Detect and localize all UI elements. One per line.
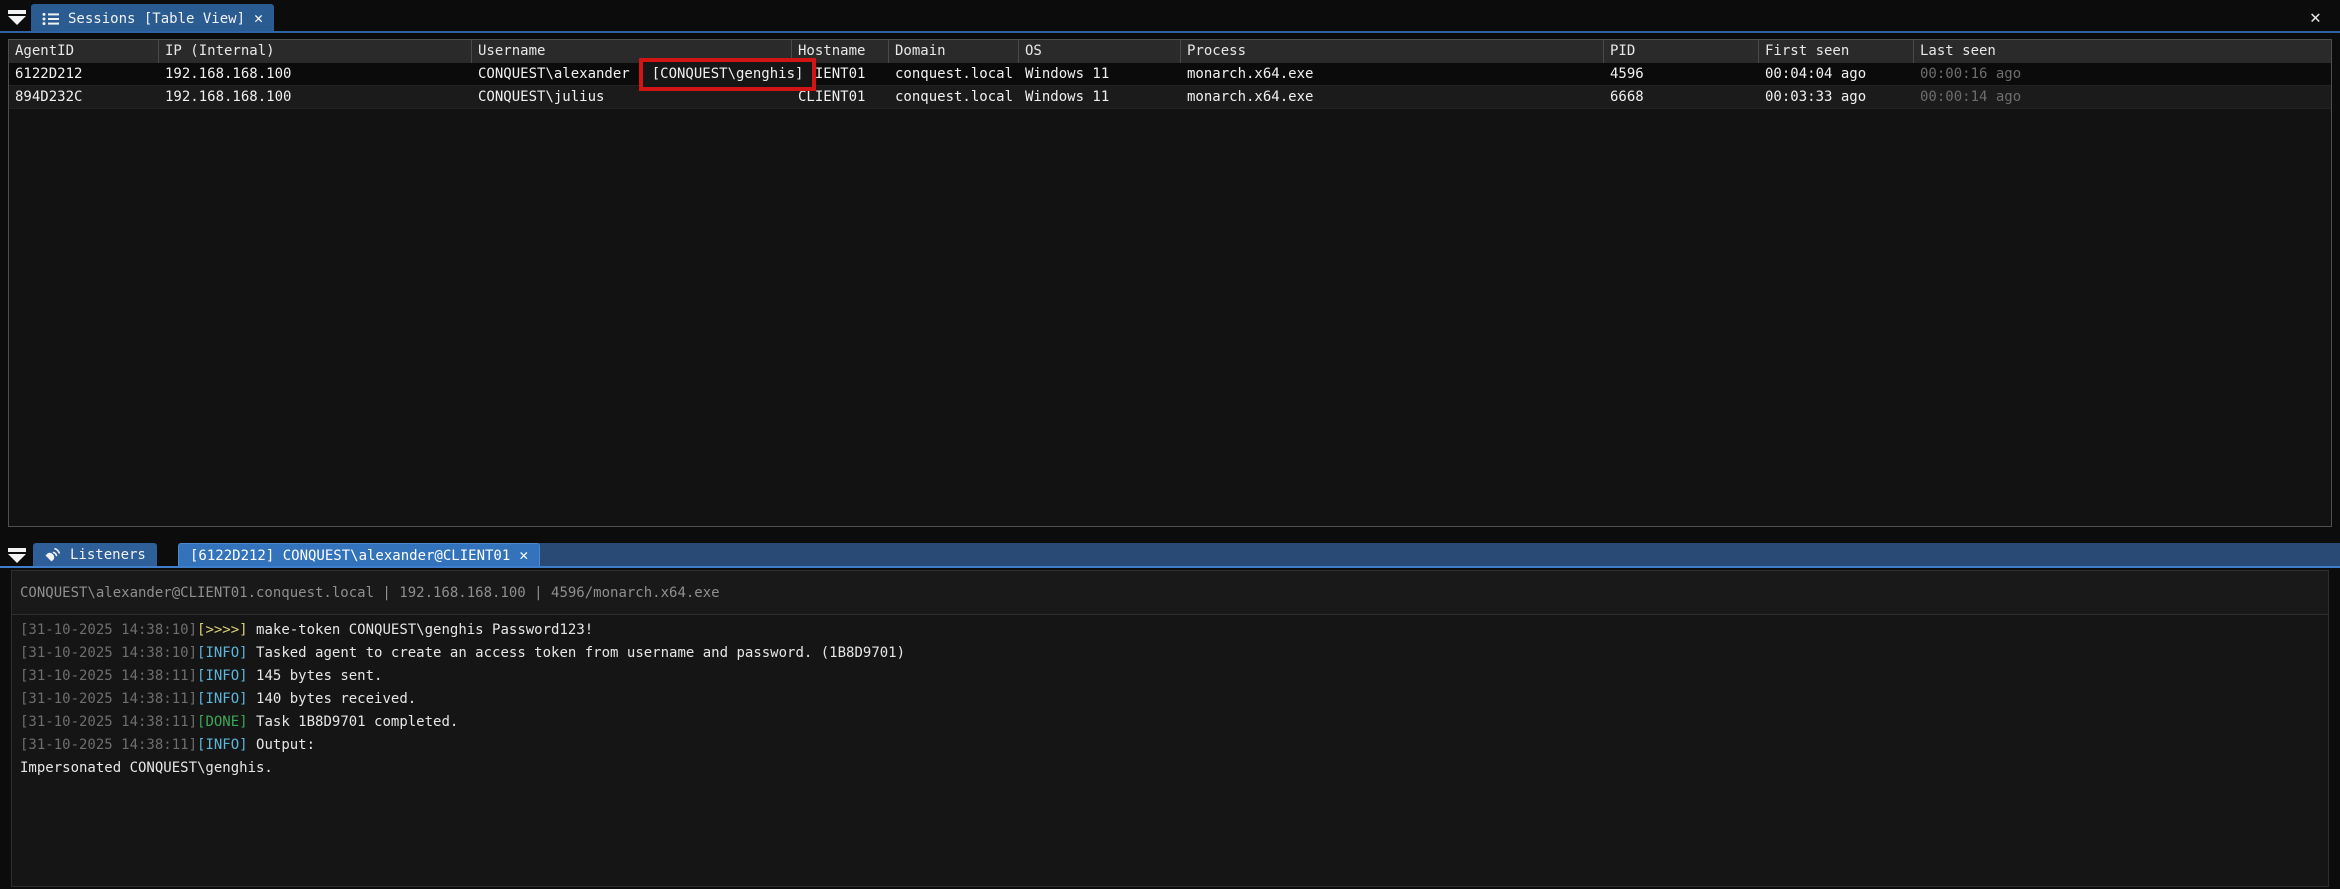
satellite-icon <box>44 547 61 563</box>
cell-agentid: 6122D212 <box>9 63 159 85</box>
cell-pid: 4596 <box>1604 63 1759 85</box>
log-text: Impersonated CONQUEST\genghis. <box>20 760 273 776</box>
console-output[interactable]: [31-10-2025 14:38:10][>>>>] make-token C… <box>12 614 2328 886</box>
session-row[interactable]: 6122D212 192.168.168.100 CONQUEST\alexan… <box>9 63 2331 86</box>
log-text: Output: <box>256 737 315 753</box>
menu-dropdown-icon[interactable] <box>4 5 30 29</box>
cell-domain: conquest.local <box>889 63 1019 85</box>
menu-bar-glyph <box>8 10 26 14</box>
username-text: CONQUEST\alexander <box>478 66 630 82</box>
cell-lastseen: 00:00:16 ago <box>1914 63 2331 85</box>
cell-pid: 6668 <box>1604 86 1759 108</box>
log-tag: [INFO] <box>197 737 248 753</box>
cell-lastseen: 00:00:14 ago <box>1914 86 2331 108</box>
log-tag: [INFO] <box>197 645 248 661</box>
table-view-icon <box>42 12 59 26</box>
column-header-agentid[interactable]: AgentID <box>9 40 159 63</box>
column-header-process[interactable]: Process <box>1181 40 1604 63</box>
log-tag: [>>>>] <box>197 622 248 638</box>
session-row[interactable]: 894D232C 192.168.168.100 CONQUEST\julius… <box>9 86 2331 109</box>
tab-label: Listeners <box>70 547 146 563</box>
console-line: [31-10-2025 14:38:11][INFO] 140 bytes re… <box>12 688 2328 711</box>
log-tag: [DONE] <box>197 714 248 730</box>
log-text: Task 1B8D9701 completed. <box>256 714 458 730</box>
console-line: [31-10-2025 14:38:11][DONE] Task 1B8D970… <box>12 711 2328 734</box>
log-timestamp: [31-10-2025 14:38:10] <box>20 622 197 638</box>
tab-close-icon[interactable]: ✕ <box>254 11 263 26</box>
log-text: make-token CONQUEST\genghis Password123! <box>256 622 593 638</box>
tab-label: [6122D212] CONQUEST\alexander@CLIENT01 <box>190 548 510 564</box>
cell-os: Windows 11 <box>1019 86 1181 108</box>
tab-listeners[interactable]: Listeners <box>33 543 157 567</box>
menu-bar-glyph <box>8 548 26 552</box>
log-timestamp: [31-10-2025 14:38:11] <box>20 668 197 684</box>
cell-firstseen: 00:04:04 ago <box>1759 63 1914 85</box>
log-text: 140 bytes received. <box>256 691 416 707</box>
log-timestamp: [31-10-2025 14:38:10] <box>20 645 197 661</box>
console-session-header: CONQUEST\alexander@CLIENT01.conquest.loc… <box>12 571 2328 614</box>
log-text: 145 bytes sent. <box>256 668 382 684</box>
tab-sessions-table-view[interactable]: Sessions [Table View] ✕ <box>31 4 274 33</box>
impersonated-user-text: [CONQUEST\genghis] <box>652 66 804 82</box>
panel-close-icon[interactable]: ✕ <box>2310 7 2321 28</box>
cell-ip: 192.168.168.100 <box>159 63 472 85</box>
bottom-tabbar-underline <box>0 566 2340 568</box>
column-header-firstseen[interactable]: First seen <box>1759 40 1914 63</box>
tab-close-icon[interactable]: ✕ <box>519 548 528 563</box>
cell-username: CONQUEST\alexander[CONQUEST\genghis] <box>472 63 792 85</box>
tabbar-filler-strip <box>508 543 2340 567</box>
cell-os: Windows 11 <box>1019 63 1181 85</box>
sessions-table: AgentID IP (Internal) Username Hostname … <box>8 39 2332 527</box>
cell-firstseen: 00:03:33 ago <box>1759 86 1914 108</box>
log-text <box>248 737 256 753</box>
console-line: [31-10-2025 14:38:10][>>>>] make-token C… <box>12 619 2328 642</box>
impersonation-highlight-box: [CONQUEST\genghis] <box>639 58 817 91</box>
log-tag: [INFO] <box>197 691 248 707</box>
console-line: [31-10-2025 14:38:11][INFO] Output: <box>12 734 2328 757</box>
cell-process: monarch.x64.exe <box>1181 86 1604 108</box>
console-line: Impersonated CONQUEST\genghis. <box>12 757 2328 780</box>
cell-domain: conquest.local <box>889 86 1019 108</box>
menu-dropdown-icon[interactable] <box>4 543 30 567</box>
agent-console-panel: CONQUEST\alexander@CLIENT01.conquest.loc… <box>11 570 2329 887</box>
column-header-os[interactable]: OS <box>1019 40 1181 63</box>
log-text <box>248 645 256 661</box>
log-text <box>248 622 256 638</box>
column-header-pid[interactable]: PID <box>1604 40 1759 63</box>
log-text <box>248 668 256 684</box>
cell-process: monarch.x64.exe <box>1181 63 1604 85</box>
log-timestamp: [31-10-2025 14:38:11] <box>20 691 197 707</box>
menu-triangle-glyph <box>8 16 26 25</box>
console-line: [31-10-2025 14:38:10][INFO] Tasked agent… <box>12 642 2328 665</box>
log-text <box>248 691 256 707</box>
tab-label: Sessions [Table View] <box>68 11 245 27</box>
table-header-row: AgentID IP (Internal) Username Hostname … <box>9 40 2331 63</box>
top-tabbar-underline <box>0 31 2340 33</box>
top-tab-bar: Sessions [Table View] ✕ ✕ <box>0 0 2340 33</box>
log-tag: [INFO] <box>197 668 248 684</box>
menu-triangle-glyph <box>8 554 26 563</box>
cell-ip: 192.168.168.100 <box>159 86 472 108</box>
log-text <box>248 714 256 730</box>
log-timestamp: [31-10-2025 14:38:11] <box>20 737 197 753</box>
cell-agentid: 894D232C <box>9 86 159 108</box>
console-line: [31-10-2025 14:38:11][INFO] 145 bytes se… <box>12 665 2328 688</box>
column-header-lastseen[interactable]: Last seen <box>1914 40 2331 63</box>
column-header-ip[interactable]: IP (Internal) <box>159 40 472 63</box>
tab-agent-session[interactable]: [6122D212] CONQUEST\alexander@CLIENT01 ✕ <box>178 543 540 567</box>
log-text: Tasked agent to create an access token f… <box>256 645 905 661</box>
column-header-domain[interactable]: Domain <box>889 40 1019 63</box>
log-timestamp: [31-10-2025 14:38:11] <box>20 714 197 730</box>
